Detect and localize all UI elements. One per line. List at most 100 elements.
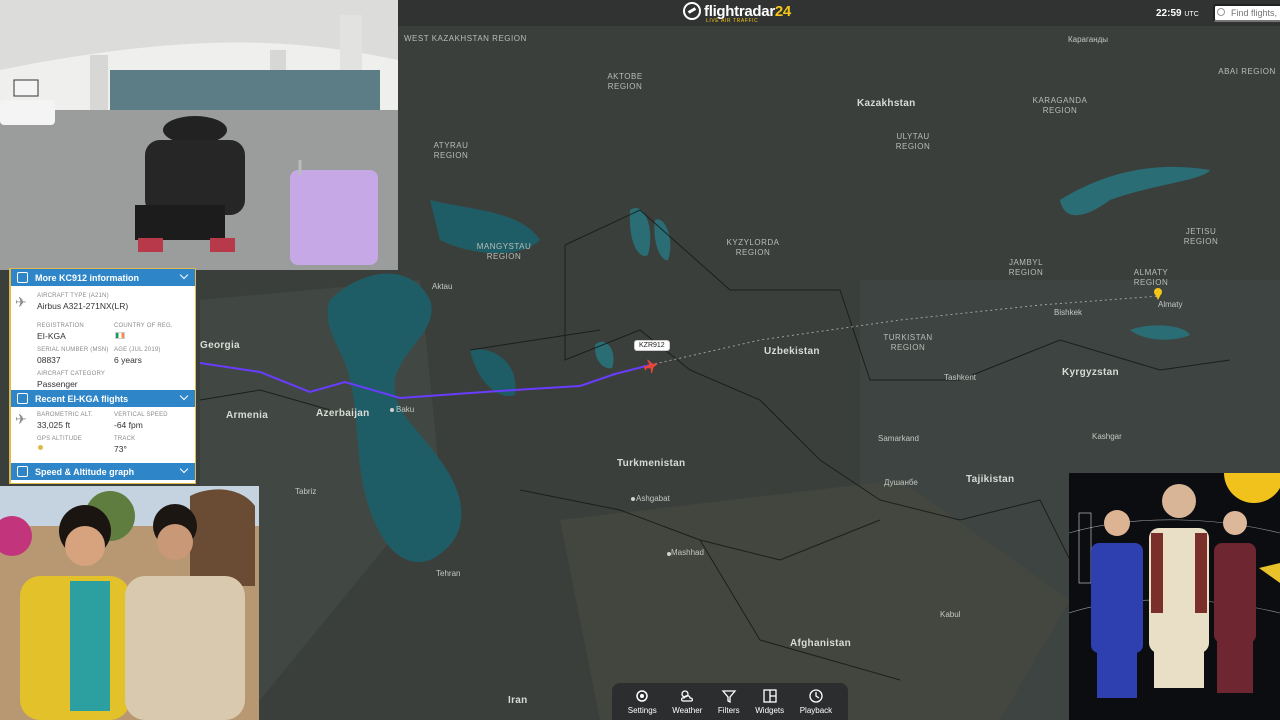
city-kashgar: Kashgar — [1092, 432, 1122, 441]
vertical-speed-value: -64 fpm — [114, 420, 143, 430]
recent-flights-title: Recent EI-KGA flights — [35, 393, 129, 404]
serial-label: SERIAL NUMBER (MSN) — [37, 347, 109, 353]
filters-button[interactable]: Filters — [718, 688, 740, 715]
registration-label: REGISTRATION — [37, 323, 84, 329]
gps-lock-icon — [38, 445, 43, 450]
chevron-down-icon[interactable] — [179, 270, 189, 280]
settings-button[interactable]: Settings — [628, 688, 657, 715]
airport-photo-overlay — [0, 0, 398, 270]
city-dushanbe: Душанбе — [884, 478, 918, 487]
city-mashhad: Mashhad — [671, 548, 704, 557]
speed-altitude-title: Speed & Altitude graph — [35, 466, 135, 477]
city-marker-ashgabat — [631, 497, 635, 501]
baro-alt-label: BAROMETRIC ALT. — [37, 412, 93, 418]
country-label: COUNTRY OF REG. — [114, 323, 173, 329]
airplane-icon: ✈ — [15, 294, 27, 310]
top-bar — [398, 0, 1280, 26]
city-baku: Baku — [396, 405, 415, 414]
city-kabul: Kabul — [940, 610, 961, 619]
city-tehran: Tehran — [436, 569, 461, 578]
region-abai: ABAI REGION — [1218, 67, 1276, 76]
country-tajikistan: Tajikistan — [966, 474, 1015, 485]
city-ashgabat: Ashgabat — [636, 494, 670, 503]
country-kyrgyzstan: Kyrgyzstan — [1062, 367, 1119, 378]
serial-value: 08837 — [37, 355, 61, 365]
region-almaty: ALMATY REGION — [1133, 268, 1169, 287]
city-bishkek: Bishkek — [1054, 308, 1083, 317]
city-almaty: Almaty — [1158, 300, 1183, 309]
registration-value[interactable]: EI-KGA — [37, 331, 66, 341]
history-icon — [809, 689, 823, 703]
country-uzbekistan: Uzbekistan — [764, 346, 820, 357]
gear-icon — [636, 690, 648, 702]
country-georgia: Georgia — [200, 340, 240, 351]
gps-alt-label: GPS ALTITUDE — [37, 436, 82, 442]
country-kazakhstan: Kazakhstan — [857, 98, 916, 109]
region-mangystau: MANGYSTAU REGION — [476, 242, 532, 261]
country-turkmenistan: Turkmenistan — [617, 458, 686, 469]
altitude-details: ✈ BAROMETRIC ALT. 33,025 ft VERTICAL SPE… — [11, 407, 195, 463]
stage-photo-overlay — [1069, 473, 1280, 720]
search-icon — [1217, 8, 1225, 16]
category-value: Passenger — [37, 379, 78, 389]
more-info-header[interactable]: More KC912 information — [11, 269, 195, 286]
region-west-kazakhstan: WEST KAZAKHSTAN REGION — [404, 34, 527, 43]
playback-label: Playback — [799, 706, 833, 715]
region-ulytau: ULYTAU REGION — [895, 132, 931, 151]
region-karaganda: KARAGANDA REGION — [1032, 96, 1088, 115]
altitude-icon: ✈ — [15, 411, 27, 427]
city-aktau: Aktau — [432, 282, 453, 291]
utc-clock: 22:59 UTC — [1156, 8, 1199, 19]
baro-alt-value: 33,025 ft — [37, 420, 71, 430]
region-jetisu: JETISU REGION — [1183, 227, 1219, 246]
logo-tagline: LIVE AIR TRAFFIC — [706, 18, 759, 24]
clock-time: 22:59 — [1156, 8, 1182, 19]
portrait-photo-overlay — [0, 486, 259, 720]
settings-label: Settings — [627, 706, 657, 715]
chevron-down-icon[interactable] — [179, 391, 189, 401]
widgets-label: Widgets — [755, 706, 785, 715]
weather-button[interactable]: Weather — [672, 688, 702, 715]
more-info-title: More KC912 information — [35, 272, 140, 283]
playback-button[interactable]: Playback — [800, 688, 832, 715]
region-jambyl: JAMBYL REGION — [1008, 258, 1044, 277]
filters-label: Filters — [717, 706, 740, 715]
chevron-down-icon[interactable] — [179, 464, 189, 474]
logo-text: flightradar24 — [704, 2, 791, 20]
aircraft-type-value: Airbus A321-271NX(LR) — [37, 301, 129, 311]
city-samarkand: Samarkand — [878, 434, 919, 443]
radar-logo-icon — [683, 2, 701, 20]
city-karaganda: Караганды — [1068, 35, 1109, 44]
track-value: 73° — [114, 444, 127, 454]
ireland-flag-icon — [115, 332, 125, 339]
speed-altitude-header[interactable]: Speed & Altitude graph — [11, 463, 195, 480]
bottom-toolbar: Settings Weather Filters Widgets Playbac… — [612, 683, 848, 720]
country-azerbaijan: Azerbaijan — [316, 408, 370, 419]
filter-icon — [721, 690, 737, 704]
flightradar-screen: WEST KAZAKHSTAN REGION AKTOBE REGION KAR… — [0, 0, 1280, 720]
flight-callsign-label[interactable]: KZR912 — [634, 340, 670, 351]
country-afghanistan: Afghanistan — [790, 638, 852, 649]
region-atyrau: ATYRAU REGION — [433, 141, 469, 160]
graph-icon — [17, 466, 28, 477]
recent-flights-header[interactable]: Recent EI-KGA flights — [11, 390, 195, 407]
city-tabriz: Tabriz — [295, 487, 317, 496]
widgets-button[interactable]: Widgets — [755, 688, 784, 715]
country-iran: Iran — [508, 695, 528, 706]
region-kyzylorda: KYZYLORDA REGION — [726, 238, 780, 257]
city-marker-baku — [390, 408, 394, 412]
track-label: TRACK — [114, 436, 136, 442]
age-label: AGE (Jul 2019) — [114, 347, 161, 353]
plane-info-icon — [17, 272, 28, 283]
city-tashkent: Tashkent — [944, 373, 977, 382]
weather-icon — [681, 690, 694, 702]
country-armenia: Armenia — [226, 410, 269, 421]
aircraft-type-label: AIRCRAFT TYPE (A21N) — [37, 293, 109, 299]
clock-zone: UTC — [1184, 11, 1199, 18]
region-aktobe: AKTOBE REGION — [607, 72, 643, 91]
flight-info-panel: More KC912 information ✈ AIRCRAFT TYPE (… — [9, 268, 196, 484]
vertical-speed-label: VERTICAL SPEED — [114, 412, 168, 418]
widgets-icon — [763, 689, 777, 703]
aircraft-details: ✈ AIRCRAFT TYPE (A21N) Airbus A321-271NX… — [11, 286, 195, 390]
region-turkistan: TURKISTAN REGION — [883, 333, 933, 352]
